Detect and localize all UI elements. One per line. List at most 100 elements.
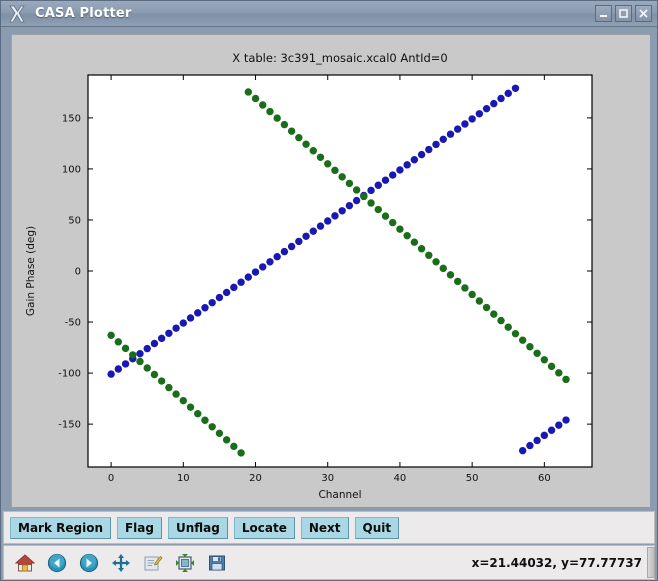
- data-point: [446, 271, 455, 279]
- data-point: [490, 99, 498, 108]
- navigation-toolbar: x=21.44032, y=77.77737: [3, 545, 655, 580]
- mark-region-button[interactable]: Mark Region: [10, 516, 111, 539]
- coordinate-readout: x=21.44032, y=77.77737: [471, 555, 642, 570]
- locate-button[interactable]: Locate: [233, 516, 295, 539]
- data-point: [280, 120, 289, 129]
- data-point: [533, 436, 541, 445]
- data-point: [381, 176, 390, 184]
- y-tick-label: -150: [58, 420, 81, 431]
- data-point: [547, 362, 556, 371]
- data-point: [518, 446, 527, 455]
- data-point: [316, 153, 325, 161]
- data-point: [439, 135, 447, 144]
- y-tick-label: -100: [58, 369, 81, 380]
- y-axis-label: Gain Phase (deg): [25, 226, 37, 316]
- quit-button[interactable]: Quit: [354, 516, 400, 539]
- data-point: [511, 84, 520, 92]
- data-point: [150, 339, 159, 348]
- plot-panel[interactable]: X table: 3c391_mosaic.xcal0 AntId=0 0 10 2…: [11, 34, 650, 507]
- pan-move-icon[interactable]: [106, 548, 136, 577]
- vertical-scroll-nub[interactable]: [647, 547, 655, 578]
- data-point: [396, 166, 404, 174]
- data-point: [186, 314, 195, 322]
- home-icon[interactable]: [10, 548, 40, 577]
- data-point: [410, 238, 419, 246]
- x-axis-label: Channel: [318, 489, 361, 501]
- data-point: [540, 356, 549, 364]
- close-button[interactable]: [635, 5, 652, 22]
- data-point: [425, 251, 433, 259]
- data-point: [389, 171, 397, 179]
- data-point: [374, 205, 382, 214]
- chart-title: X table: 3c391_mosaic.xcal0 AntId=0: [232, 51, 447, 65]
- data-point: [201, 416, 209, 424]
- gain-phase-scatter-plot[interactable]: X table: 3c391_mosaic.xcal0 AntId=0 0 10 2…: [12, 35, 650, 507]
- data-point: [107, 331, 115, 340]
- data-point: [526, 441, 534, 450]
- data-point: [309, 147, 317, 155]
- data-point: [287, 242, 296, 251]
- data-point: [490, 310, 498, 318]
- data-point: [367, 186, 375, 195]
- data-point: [179, 396, 188, 405]
- data-point: [482, 104, 491, 113]
- data-point: [454, 277, 462, 286]
- data-point: [396, 225, 404, 233]
- data-point: [287, 127, 296, 135]
- unflag-button[interactable]: Unflag: [167, 516, 228, 539]
- data-point: [331, 166, 339, 175]
- data-point: [121, 344, 130, 353]
- x-tick-label: 0: [108, 473, 114, 484]
- data-point: [136, 357, 144, 366]
- data-point: [259, 101, 267, 109]
- data-point: [345, 201, 354, 210]
- data-point: [143, 364, 151, 372]
- data-point: [468, 115, 476, 123]
- data-point: [165, 383, 173, 392]
- data-point: [352, 186, 361, 194]
- back-arrow-icon[interactable]: [42, 548, 72, 577]
- data-point: [143, 344, 151, 353]
- data-point: [461, 120, 469, 128]
- data-point: [475, 110, 484, 118]
- next-button[interactable]: Next: [300, 516, 349, 539]
- data-point: [215, 293, 224, 302]
- data-point: [215, 429, 224, 438]
- flag-button[interactable]: Flag: [116, 516, 162, 539]
- data-point: [504, 89, 512, 98]
- data-point: [244, 88, 252, 96]
- y-tick-label: 150: [62, 113, 81, 124]
- data-point: [540, 431, 549, 440]
- data-point: [504, 323, 512, 331]
- data-point: [114, 365, 123, 373]
- zoom-to-rectangle-icon[interactable]: [170, 548, 200, 577]
- data-point: [417, 245, 426, 253]
- data-point: [114, 338, 123, 346]
- data-point: [461, 284, 469, 292]
- data-point: [381, 212, 390, 220]
- y-tick-label: 0: [75, 267, 81, 278]
- x-tick-label: 50: [466, 473, 479, 484]
- edit-subplots-icon[interactable]: [138, 548, 168, 577]
- data-point: [309, 227, 317, 235]
- data-point: [345, 179, 354, 188]
- maximize-button[interactable]: [615, 5, 632, 22]
- minimize-button[interactable]: [595, 5, 612, 22]
- data-point: [237, 278, 245, 286]
- data-point: [208, 423, 216, 431]
- data-point: [194, 309, 202, 317]
- data-point: [338, 207, 346, 215]
- data-point: [331, 212, 339, 220]
- data-point: [562, 375, 570, 384]
- data-point: [186, 403, 195, 411]
- x-tick-label: 10: [177, 473, 190, 484]
- forward-arrow-icon[interactable]: [74, 548, 104, 577]
- data-point: [244, 273, 252, 281]
- data-point: [157, 334, 166, 343]
- floppy-save-icon[interactable]: [202, 548, 232, 577]
- data-point: [432, 258, 440, 266]
- data-point: [555, 369, 563, 377]
- data-point: [425, 145, 433, 154]
- data-point: [389, 218, 397, 227]
- title-bar[interactable]: CASA Plotter: [1, 1, 657, 27]
